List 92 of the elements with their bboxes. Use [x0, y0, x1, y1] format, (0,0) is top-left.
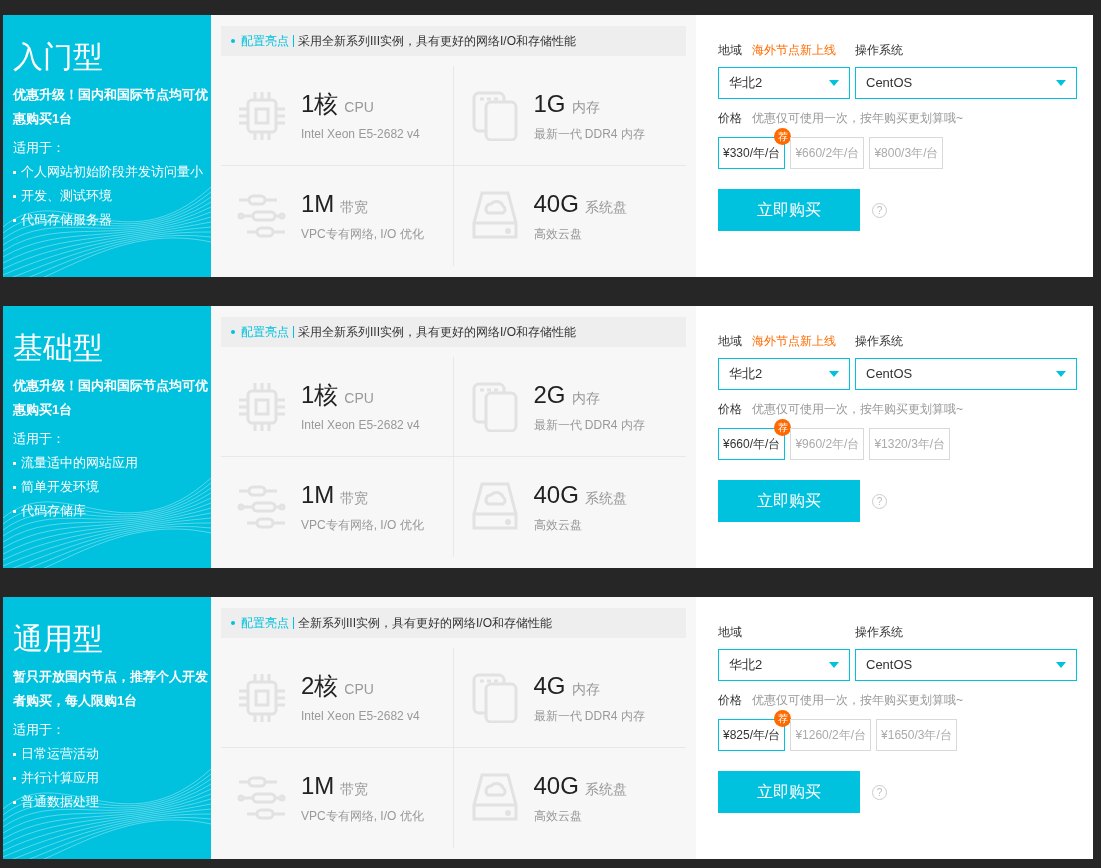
os-select[interactable]: CentOS [855, 67, 1077, 99]
os-select[interactable]: CentOS [855, 649, 1077, 681]
region-select[interactable]: 华北2 [718, 67, 850, 99]
spec-value: 40G [533, 480, 579, 510]
suitable-label: 适用于： [13, 430, 66, 448]
spec-description: 最新一代 DDR4 内存 [533, 125, 645, 143]
use-case-item: 并行计算应用 [21, 769, 99, 787]
spec-value: 40G [533, 771, 579, 801]
os-select[interactable]: CentOS [855, 358, 1077, 390]
region-label: 地域 [718, 333, 742, 350]
spec-description: 最新一代 DDR4 内存 [533, 707, 645, 725]
spec-value: 1M [301, 480, 335, 510]
spec-description: Intel Xeon E5-2682 v4 [301, 125, 420, 143]
recommend-badge: 荐 [774, 128, 792, 145]
highlight-text: 采用全新系列III实例，具有更好的网络I/O和存储性能 [298, 33, 576, 50]
region-note: 海外节点新上线 [752, 42, 836, 59]
recommend-badge: 荐 [774, 710, 792, 727]
price-option[interactable]: ¥1260/2年/台 [790, 719, 872, 751]
promo-text: 优惠升级！国内和国际节点均可优惠购买1台 [13, 377, 209, 419]
spec-value: 40G [533, 189, 579, 219]
spec-description: Intel Xeon E5-2682 v4 [301, 707, 420, 725]
price-option[interactable]: ¥1650/3年/台 [876, 719, 957, 751]
spec-unit: 系统盘 [584, 198, 627, 217]
spec-unit: 内存 [571, 679, 600, 699]
os-label: 操作系统 [855, 333, 903, 350]
spec-value: 4G [533, 670, 566, 701]
price-option[interactable]: ¥800/3年/台 [869, 137, 944, 169]
price-option[interactable]: ¥960/2年/台 [790, 428, 865, 460]
region-select[interactable]: 华北2 [718, 358, 850, 390]
region-select[interactable]: 华北2 [718, 649, 850, 681]
use-case-item: 开发、测试环境 [21, 187, 112, 205]
spec-value: 1核 [301, 379, 339, 410]
spec-unit: 系统盘 [584, 489, 627, 508]
spec-description: 高效云盘 [533, 517, 583, 534]
price-label: 价格 [718, 401, 742, 418]
spec-description: VPC专有网络, I/O 优化 [301, 226, 424, 243]
spec-description: Intel Xeon E5-2682 v4 [301, 416, 420, 434]
region-label: 地域 [718, 42, 742, 59]
use-case-item: 代码存储服务器 [21, 211, 112, 229]
spec-value: 2G [533, 379, 566, 410]
price-option[interactable]: ¥660/2年/台 [790, 137, 865, 169]
spec-unit: 内存 [571, 97, 600, 117]
price-note: 优惠仅可使用一次，按年购买更划算哦~ [752, 110, 963, 127]
use-case-item: 普通数据处理 [21, 793, 99, 811]
price-note: 优惠仅可使用一次，按年购买更划算哦~ [752, 692, 963, 709]
spec-description: VPC专有网络, I/O 优化 [301, 808, 424, 825]
spec-value: 1核 [301, 88, 339, 119]
suitable-label: 适用于： [13, 721, 66, 739]
spec-description: 高效云盘 [533, 808, 583, 825]
use-case-item: 代码存储库 [21, 502, 86, 520]
spec-unit: CPU [344, 388, 374, 408]
spec-description: 最新一代 DDR4 内存 [533, 416, 645, 434]
highlight-label: 配置亮点 [241, 615, 289, 632]
spec-value: 1M [301, 189, 335, 219]
price-note: 优惠仅可使用一次，按年购买更划算哦~ [752, 401, 963, 418]
plan-title: 通用型 [13, 621, 104, 657]
spec-unit: CPU [344, 679, 374, 699]
price-option[interactable]: ¥1320/3年/台 [869, 428, 951, 460]
plan-title: 入门型 [13, 39, 104, 75]
os-label: 操作系统 [855, 42, 903, 59]
recommend-badge: 荐 [774, 419, 792, 436]
spec-unit: 系统盘 [584, 780, 627, 799]
use-case-item: 日常运营活动 [21, 745, 99, 763]
buy-button[interactable]: 立即购买 [718, 480, 860, 522]
spec-unit: 带宽 [340, 780, 369, 799]
spec-unit: CPU [344, 97, 374, 117]
price-label: 价格 [718, 110, 742, 127]
spec-unit: 内存 [571, 388, 600, 408]
use-case-item: 个人网站初始阶段并发访问量小 [21, 163, 203, 181]
use-case-item: 简单开发环境 [21, 478, 99, 496]
buy-button[interactable]: 立即购买 [718, 771, 860, 813]
region-label: 地域 [718, 624, 742, 641]
spec-description: VPC专有网络, I/O 优化 [301, 517, 424, 534]
spec-unit: 带宽 [340, 198, 369, 217]
price-label: 价格 [718, 692, 742, 709]
spec-value: 1M [301, 771, 335, 801]
use-case-item: 流量适中的网站应用 [21, 454, 138, 472]
highlight-label: 配置亮点 [241, 324, 289, 341]
spec-description: 高效云盘 [533, 226, 583, 243]
os-label: 操作系统 [855, 624, 903, 641]
spec-value: 1G [533, 88, 566, 119]
promo-text: 暂只开放国内节点，推荐个人开发者购买，每人限购1台 [13, 668, 209, 710]
promo-text: 优惠升级！国内和国际节点均可优惠购买1台 [13, 86, 209, 128]
spec-value: 2核 [301, 670, 339, 701]
highlight-label: 配置亮点 [241, 33, 289, 50]
plan-title: 基础型 [13, 330, 104, 366]
buy-button[interactable]: 立即购买 [718, 189, 860, 231]
spec-unit: 带宽 [340, 489, 369, 508]
highlight-text: 全新系列III实例，具有更好的网络I/O和存储性能 [298, 615, 552, 632]
highlight-text: 采用全新系列III实例，具有更好的网络I/O和存储性能 [298, 324, 576, 341]
suitable-label: 适用于： [13, 139, 66, 157]
region-note: 海外节点新上线 [752, 333, 836, 350]
